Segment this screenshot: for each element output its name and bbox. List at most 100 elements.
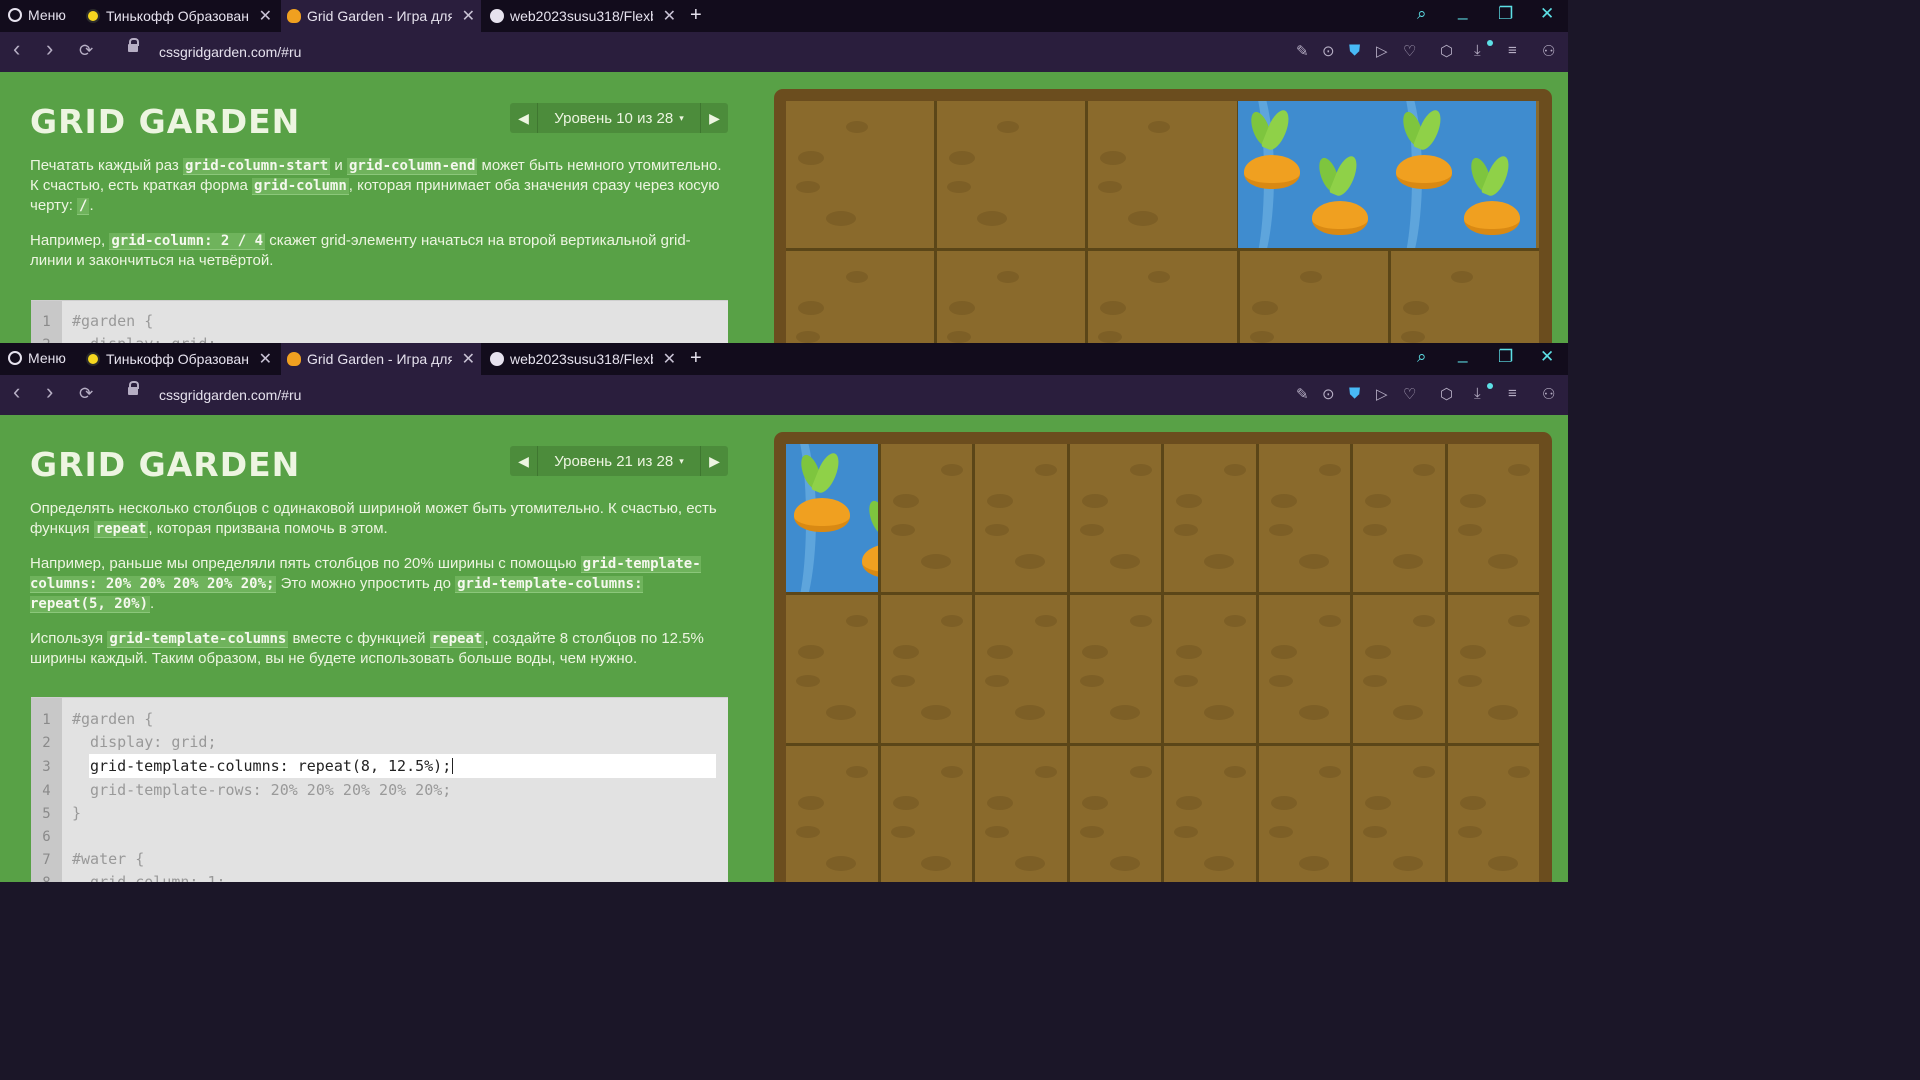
- snapshot-icon[interactable]: ✎: [1296, 42, 1309, 60]
- soil-cell: [937, 251, 1086, 343]
- soil-texture: [1081, 494, 1108, 508]
- back-icon[interactable]: ‹: [13, 36, 20, 62]
- camera-icon[interactable]: ⊙: [1322, 42, 1335, 60]
- previous-level-icon[interactable]: ◀: [510, 446, 538, 476]
- back-icon[interactable]: ‹: [13, 379, 20, 405]
- heart-icon[interactable]: ♡: [1403, 385, 1416, 403]
- soil-texture: [1318, 615, 1341, 627]
- cube-icon[interactable]: ⬡: [1440, 42, 1453, 60]
- search-icon[interactable]: ⌕: [1417, 4, 1427, 24]
- soil-texture: [796, 181, 820, 193]
- soil-texture: [1400, 331, 1425, 343]
- cube-icon[interactable]: ⬡: [1440, 385, 1453, 403]
- url-field[interactable]: cssgridgarden.com/#ru: [159, 44, 301, 60]
- tab-grid-garden[interactable]: Grid Garden - Игра для изучения CSS grid…: [281, 0, 481, 32]
- close-tab-icon[interactable]: ✕: [462, 6, 475, 26]
- send-icon[interactable]: ▷: [1376, 385, 1388, 403]
- easy-setup-icon[interactable]: ≡: [1508, 42, 1517, 59]
- camera-icon[interactable]: ⊙: [1322, 385, 1335, 403]
- soil-texture: [1079, 524, 1104, 536]
- reload-icon[interactable]: ⟳: [79, 41, 93, 61]
- tab-grid-garden[interactable]: Grid Garden - Игра для изучения CSS grid…: [281, 343, 481, 375]
- instruction-text: Используя: [30, 630, 108, 647]
- code-line: 6: [42, 829, 51, 845]
- next-level-icon[interactable]: ▶: [700, 446, 728, 476]
- css-editor[interactable]: 1 #garden { 2 display: grid; 3 grid-templ…: [31, 697, 728, 882]
- soil-texture: [1270, 645, 1297, 659]
- soil-texture: [1318, 766, 1341, 778]
- url-field[interactable]: cssgridgarden.com/#ru: [159, 387, 301, 403]
- menu-button[interactable]: Меню: [8, 7, 66, 23]
- profile-icon[interactable]: ⚇: [1542, 385, 1555, 403]
- forward-icon[interactable]: ›: [46, 36, 53, 62]
- soil-texture: [1507, 464, 1530, 476]
- tab-title: Тинькофф Образование: [106, 8, 249, 24]
- soil-texture: [1035, 615, 1057, 627]
- css-editor[interactable]: 1#garden { 2 display: grid;: [31, 300, 728, 343]
- soil-texture: [890, 826, 915, 838]
- soil-texture: [1268, 675, 1293, 687]
- soil-texture: [1035, 464, 1057, 476]
- soil-texture: [920, 705, 951, 720]
- soil-texture: [1224, 464, 1246, 476]
- reload-icon[interactable]: ⟳: [79, 384, 93, 404]
- search-icon[interactable]: ⌕: [1417, 347, 1427, 367]
- close-tab-icon[interactable]: ✕: [259, 349, 272, 369]
- close-window-icon[interactable]: ✕: [1540, 4, 1554, 24]
- close-window-icon[interactable]: ✕: [1540, 347, 1554, 367]
- soil-texture: [1299, 271, 1322, 283]
- close-tab-icon[interactable]: ✕: [663, 6, 676, 26]
- level-indicator[interactable]: Уровень 10 из 28 ▾: [538, 103, 700, 133]
- previous-level-icon[interactable]: ◀: [510, 103, 538, 133]
- tab-github[interactable]: web2023susu318/Flexbox и Grid ✕: [484, 0, 682, 32]
- shield-icon[interactable]: ⛊: [1349, 42, 1360, 59]
- inline-code: repeat: [429, 631, 485, 648]
- snapshot-icon[interactable]: ✎: [1296, 385, 1309, 403]
- restore-icon[interactable]: ❐: [1498, 4, 1513, 24]
- tab-bar: Меню Тинькофф Образование ✕ Grid Garden …: [0, 343, 1568, 375]
- new-tab-button[interactable]: +: [690, 347, 702, 370]
- soil-cell: [937, 101, 1086, 248]
- css-input-field[interactable]: grid-template-columns: repeat(8, 12.5%);: [89, 754, 716, 778]
- tab-github[interactable]: web2023susu318/Flexbox и Grid ✕: [484, 343, 682, 375]
- shield-icon[interactable]: ⛊: [1349, 385, 1360, 402]
- soil-cell: [1069, 595, 1161, 743]
- tab-tinkoff[interactable]: Тинькофф Образование ✕: [80, 0, 278, 32]
- tab-tinkoff[interactable]: Тинькофф Образование ✕: [80, 343, 278, 375]
- soil-texture: [1148, 121, 1171, 133]
- instructions: Печатать каждый раз grid-column-start и …: [30, 156, 725, 286]
- close-tab-icon[interactable]: ✕: [663, 349, 676, 369]
- soil-texture: [997, 271, 1020, 283]
- soil-texture: [1487, 856, 1518, 871]
- soil-cell: [786, 251, 935, 343]
- close-tab-icon[interactable]: ✕: [462, 349, 475, 369]
- level-indicator[interactable]: Уровень 21 из 28 ▾: [538, 446, 700, 476]
- address-bar: ‹ › ⟳ cssgridgarden.com/#ru ✎ ⊙ ⛊ ▷ ♡ ⬡ …: [0, 32, 1568, 72]
- soil-texture: [890, 675, 915, 687]
- menu-button[interactable]: Меню: [8, 350, 66, 366]
- download-icon[interactable]: ⤓: [1474, 42, 1481, 59]
- easy-setup-icon[interactable]: ≡: [1508, 385, 1517, 402]
- soil-texture: [1098, 181, 1123, 193]
- soil-cell: [1390, 251, 1539, 343]
- soil-texture: [1270, 494, 1297, 508]
- opera-logo-icon: [8, 8, 22, 22]
- code-line: 1 #garden {: [42, 312, 154, 330]
- next-level-icon[interactable]: ▶: [700, 103, 728, 133]
- forward-icon[interactable]: ›: [46, 379, 53, 405]
- soil-texture: [1176, 796, 1202, 810]
- new-tab-button[interactable]: +: [690, 4, 702, 27]
- soil-cell: [880, 746, 972, 882]
- instruction-text: и: [330, 157, 347, 174]
- soil-texture: [1204, 705, 1234, 720]
- profile-icon[interactable]: ⚇: [1542, 42, 1555, 60]
- soil-cell: [1239, 251, 1388, 343]
- minimize-icon[interactable]: _: [1458, 344, 1467, 364]
- send-icon[interactable]: ▷: [1376, 42, 1388, 60]
- close-tab-icon[interactable]: ✕: [259, 6, 272, 26]
- download-icon[interactable]: ⤓: [1474, 385, 1481, 402]
- restore-icon[interactable]: ❐: [1498, 347, 1513, 367]
- minimize-icon[interactable]: _: [1458, 1, 1467, 21]
- text-caret: [452, 758, 454, 774]
- heart-icon[interactable]: ♡: [1403, 42, 1416, 60]
